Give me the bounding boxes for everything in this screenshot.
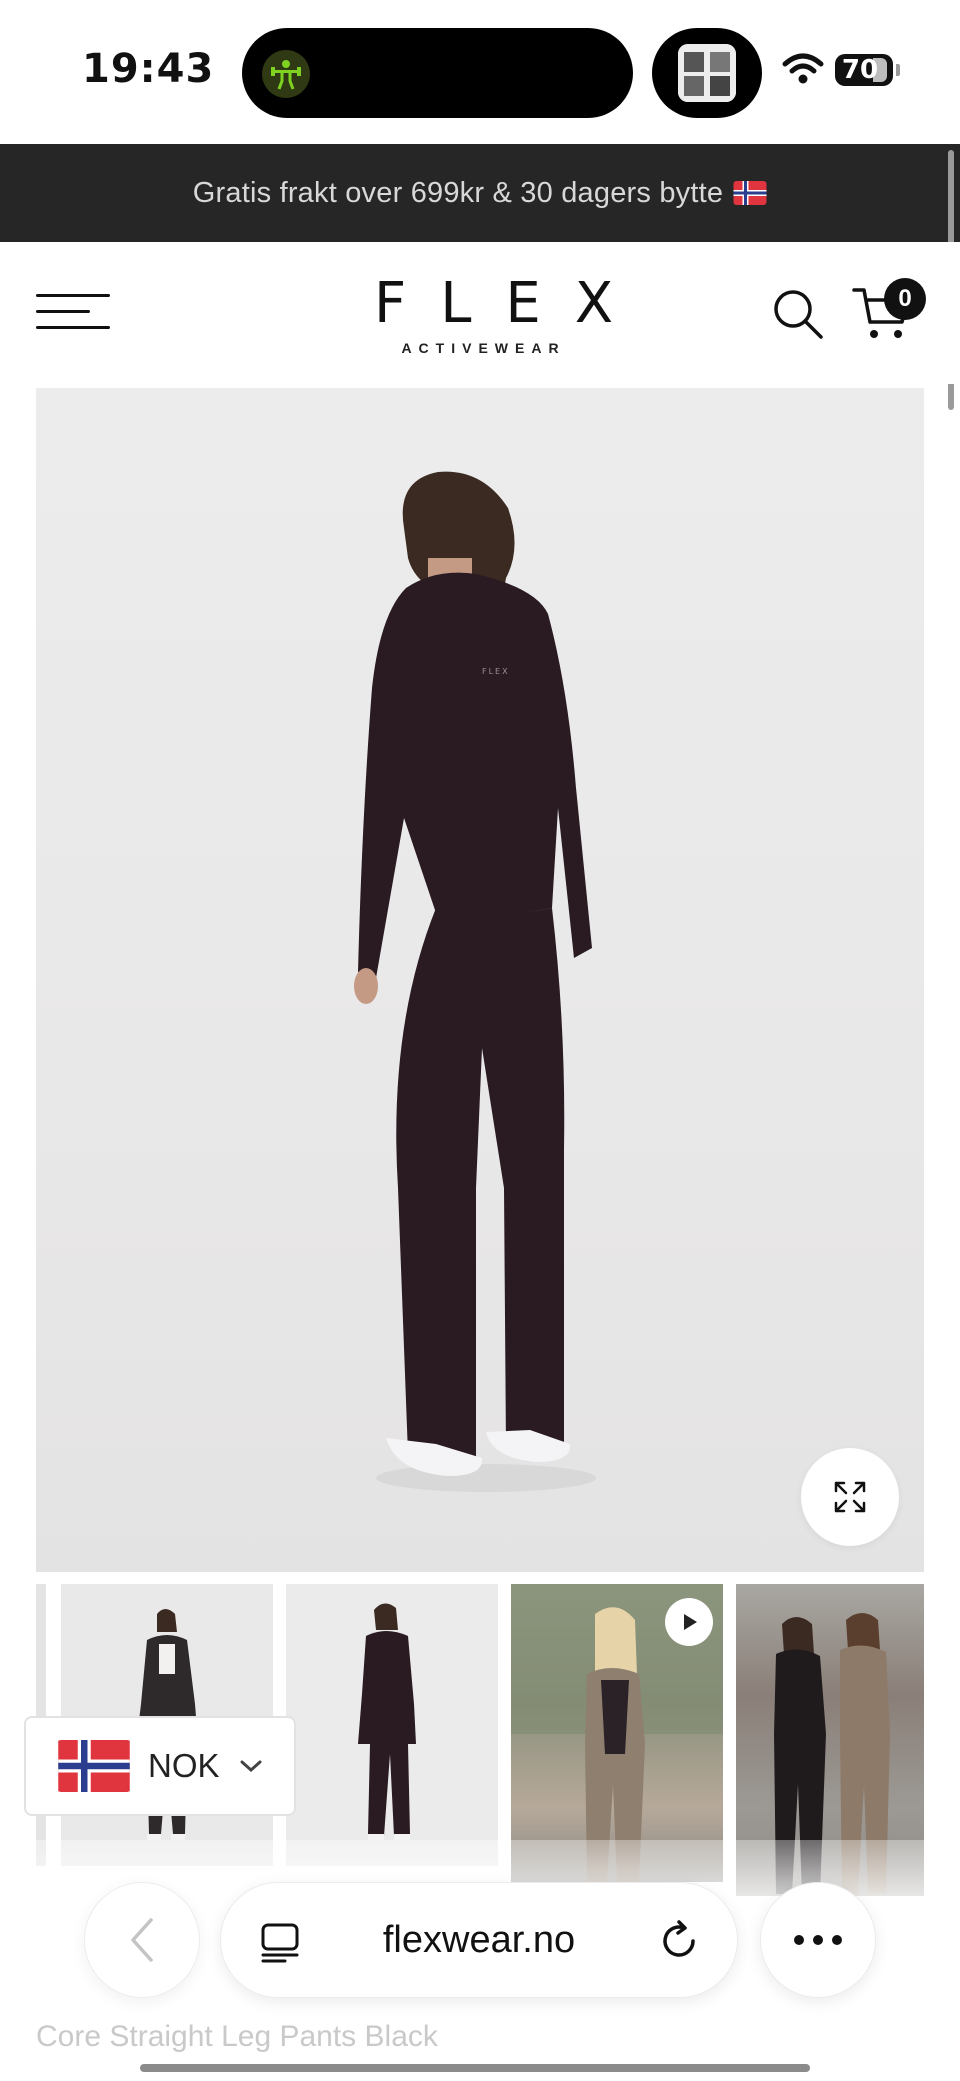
play-icon [684,1614,697,1630]
video-thumbnail[interactable] [511,1584,723,1882]
fitness-app-icon [262,50,310,98]
thumbnail[interactable] [286,1584,498,1866]
browser-back-button[interactable] [84,1882,200,1998]
battery-indicator: 70 [835,54,893,86]
norway-flag-icon [733,181,767,205]
play-video-button[interactable] [665,1598,713,1646]
album-art-icon [678,44,736,102]
home-indicator[interactable] [140,2064,810,2072]
clock: 19:43 [82,46,215,92]
now-playing-island[interactable] [652,28,762,118]
cart-count-badge: 0 [884,278,926,320]
flex-logo[interactable]: FLEX ACTIVEWEAR [340,271,648,357]
currency-code: NOK [148,1747,220,1784]
status-bar: 19:43 70 [0,0,960,144]
announcement-text: Gratis frakt over 699kr & 30 dagers bytt… [192,176,724,209]
expand-image-button[interactable] [801,1448,899,1546]
product-main-image[interactable]: FLEX [36,388,924,1572]
chevron-left-icon [131,1918,153,1962]
dynamic-island[interactable] [242,28,633,118]
thumbnail-photo [358,1603,416,1840]
battery-level-text: 70 [841,55,879,85]
more-icon [794,1935,842,1945]
browser-address-bar[interactable]: flexwear.no [220,1882,738,1998]
search-icon [774,290,823,339]
expand-icon [834,1481,866,1513]
logo-subtitle: ACTIVEWEAR [401,340,566,356]
hamburger-menu-button[interactable] [36,292,110,332]
browser-more-button[interactable] [760,1882,876,1998]
norway-flag-icon [58,1740,130,1792]
product-title: Core Straight Leg Pants Black [36,2020,438,2053]
svg-text:FLEX: FLEX [482,667,510,676]
battery-nub [896,64,900,76]
announcement-bar: Gratis frakt over 699kr & 30 dagers bytt… [0,144,960,242]
currency-selector[interactable]: NOK [24,1716,296,1816]
search-button[interactable] [770,286,826,342]
chevron-down-icon [240,1760,262,1773]
reload-icon[interactable] [657,1919,701,1963]
model-photo: FLEX [354,471,596,1492]
site-header: FLEX ACTIVEWEAR 0 [0,242,960,384]
wifi-icon [782,52,824,91]
logo-wordmark: FLEX [374,271,648,336]
